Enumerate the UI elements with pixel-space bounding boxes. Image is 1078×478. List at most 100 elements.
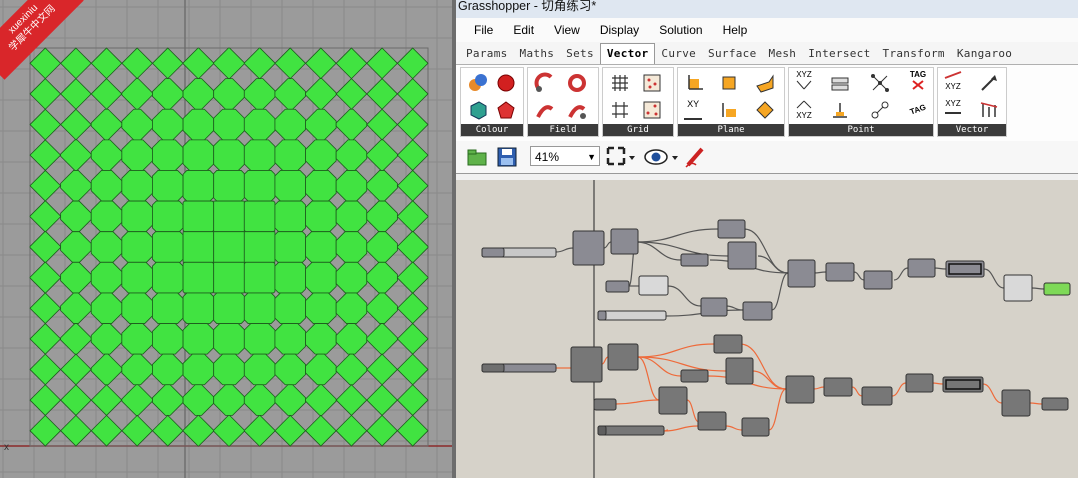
- tab-sets[interactable]: Sets: [560, 47, 600, 64]
- menu-file[interactable]: File: [464, 23, 503, 37]
- pattern-tile: [305, 353, 337, 386]
- pattern-tile: [305, 261, 337, 294]
- preview-node: [1003, 274, 1033, 302]
- field-panel: Field: [527, 67, 599, 137]
- menu-solution[interactable]: Solution: [649, 23, 712, 37]
- pattern-tile: [29, 108, 62, 141]
- pattern-tile: [121, 139, 153, 171]
- pattern-tile: [305, 384, 337, 416]
- plane-offset-icon[interactable]: [718, 99, 740, 121]
- colour-rgb-icon[interactable]: [467, 72, 489, 94]
- pattern-tile: [305, 108, 337, 141]
- pattern-tile: [305, 170, 337, 202]
- slider-grip-1: [481, 247, 505, 258]
- point-cloud-icon[interactable]: [869, 72, 891, 94]
- pattern-tile: [29, 139, 62, 172]
- pattern-tile: [243, 261, 276, 294]
- field-point-charge-icon[interactable]: [534, 99, 556, 121]
- grid-square-icon[interactable]: [609, 99, 631, 121]
- pattern-tile: [274, 200, 306, 233]
- preview-eye-icon[interactable]: [644, 146, 680, 173]
- component-node: [610, 228, 639, 255]
- slider-grip-3: [481, 363, 505, 373]
- colour-cube-icon[interactable]: [467, 99, 489, 121]
- grid-populate-2d-icon[interactable]: [641, 99, 663, 121]
- xyz-icon-text-3: XYZ: [945, 82, 961, 91]
- component-node: [905, 373, 934, 393]
- point-construct-icon[interactable]: XYZ: [793, 70, 815, 92]
- point-closest-icon[interactable]: [869, 99, 891, 121]
- pattern-tile: [366, 292, 398, 324]
- tab-curve[interactable]: Curve: [655, 47, 702, 64]
- tab-params[interactable]: Params: [460, 47, 514, 64]
- rhino-viewport[interactable]: xuexiniu 学犀牛中文网 x: [0, 0, 452, 478]
- pattern-tile: [213, 323, 245, 355]
- plane-normal-icon[interactable]: [754, 72, 776, 94]
- component-node: [717, 219, 746, 239]
- tab-transform[interactable]: Transform: [877, 47, 951, 64]
- menu-edit[interactable]: Edit: [503, 23, 544, 37]
- pattern-tile: [243, 231, 276, 263]
- tab-kangaroo[interactable]: Kangaroo: [951, 47, 1018, 64]
- vector-xyz-icon[interactable]: XYZ: [942, 70, 964, 92]
- pattern-tile: [213, 47, 245, 80]
- grid-rectangular-icon[interactable]: [609, 72, 631, 94]
- menu-display[interactable]: Display: [590, 23, 649, 37]
- vector-2pt-icon[interactable]: [978, 72, 1000, 94]
- point-text-tag-icon[interactable]: TAG: [907, 99, 929, 121]
- menu-help[interactable]: Help: [713, 23, 758, 37]
- component-node: [741, 417, 770, 437]
- tab-maths[interactable]: Maths: [514, 47, 561, 64]
- wire: [768, 388, 787, 431]
- colour-swatch-icon[interactable]: [495, 72, 517, 94]
- plane-xy-label-icon[interactable]: XY: [682, 99, 704, 121]
- pattern-tile: [335, 261, 368, 294]
- point-numbers-icon[interactable]: [829, 72, 851, 94]
- plane-deconstruct-icon[interactable]: [754, 99, 776, 121]
- field-merge-icon[interactable]: [566, 99, 588, 121]
- tab-mesh[interactable]: Mesh: [763, 47, 803, 64]
- menu-bar: File Edit View Display Solution Help: [456, 18, 1078, 42]
- component-node: [658, 386, 688, 415]
- slider-grip-2: [597, 310, 607, 321]
- sketch-pen-icon[interactable]: [684, 145, 708, 174]
- vector-deconstruct-icon[interactable]: XYZ: [942, 99, 964, 121]
- pattern-tile: [182, 47, 215, 80]
- tab-intersect[interactable]: Intersect: [802, 47, 876, 64]
- tab-vector[interactable]: Vector: [599, 43, 656, 64]
- colour-hsl-icon[interactable]: [495, 99, 517, 121]
- pattern-tile: [366, 261, 398, 294]
- pattern-tile: [182, 353, 215, 386]
- zoom-extents-icon[interactable]: [606, 146, 636, 173]
- pattern-tile: [366, 170, 398, 202]
- pattern-tile: [121, 292, 153, 324]
- component-node: [861, 386, 893, 406]
- save-file-icon[interactable]: [496, 146, 518, 173]
- grid-populate-icon[interactable]: [641, 72, 663, 94]
- point-tag-icon[interactable]: TAG: [907, 70, 929, 92]
- pattern-tile: [29, 384, 62, 416]
- wire: [813, 271, 827, 274]
- pattern-tile: [29, 231, 62, 263]
- menu-view[interactable]: View: [544, 23, 590, 37]
- component-node: [680, 253, 709, 267]
- pattern-tile: [396, 322, 429, 355]
- plane-xy-icon[interactable]: [682, 72, 704, 94]
- pattern-drawing: [0, 0, 452, 478]
- tab-surface[interactable]: Surface: [702, 47, 762, 64]
- plane-origin-icon[interactable]: [718, 72, 740, 94]
- pattern-tile: [366, 200, 398, 233]
- zoom-select[interactable]: 41% ▼: [530, 146, 600, 166]
- point-deconstruct-icon[interactable]: XYZ: [793, 99, 815, 121]
- vector-amplitude-icon[interactable]: [978, 99, 1000, 121]
- pattern-tile: [335, 353, 368, 386]
- field-spin-force-icon[interactable]: [566, 72, 588, 94]
- point-pull-icon[interactable]: [829, 99, 851, 121]
- field-line-charge-icon[interactable]: [534, 72, 556, 94]
- open-file-icon[interactable]: [466, 146, 488, 173]
- pattern-tile: [29, 322, 62, 355]
- window-title: Grasshopper - 切角练习*: [456, 0, 1078, 18]
- pattern-tile: [396, 108, 429, 141]
- pattern-tile: [396, 47, 429, 80]
- grasshopper-canvas[interactable]: [456, 180, 1078, 478]
